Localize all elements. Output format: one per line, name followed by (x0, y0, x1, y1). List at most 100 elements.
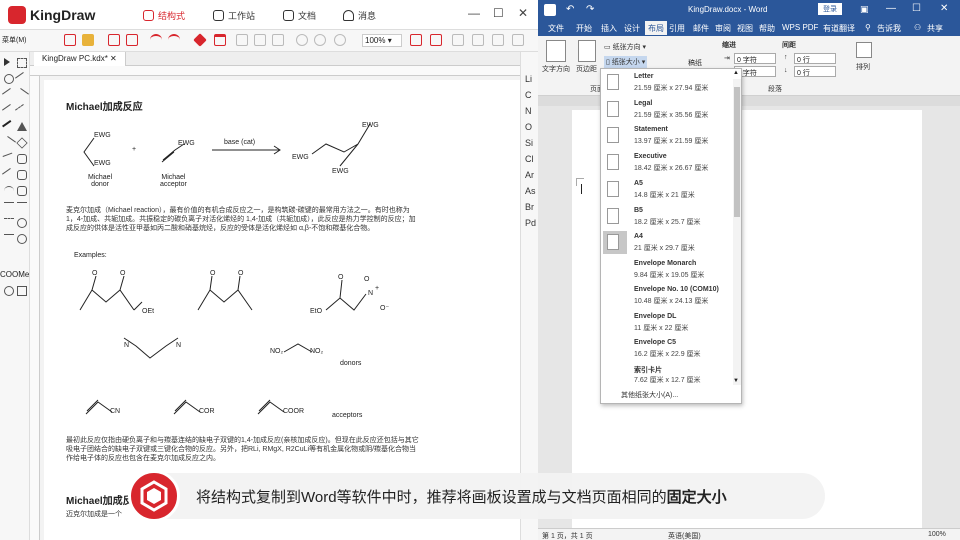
arrow-right-icon[interactable] (4, 202, 14, 212)
manuscript-label[interactable]: 稿纸 (688, 58, 702, 68)
margins-icon[interactable] (578, 40, 596, 62)
text-direction-label[interactable]: 文字方向 (542, 64, 570, 74)
new-file-icon[interactable] (64, 34, 76, 46)
curve-icon[interactable] (4, 186, 14, 196)
menu-view[interactable]: 视图 (737, 23, 753, 34)
redo-icon[interactable]: ↷ (586, 4, 594, 15)
open-folder-icon[interactable] (82, 34, 94, 46)
square-icon[interactable] (17, 286, 27, 296)
element-o[interactable]: O (525, 122, 532, 132)
tab-kingdraw-pc[interactable]: KingDraw PC.kdx* ✕ (34, 52, 126, 66)
save-as-icon[interactable] (126, 34, 138, 46)
menu-wps-pdf[interactable]: WPS PDF (782, 23, 818, 32)
paper-size-envelope-monarch[interactable]: Envelope Monarch 9.84 厘米 x 19.05 厘米 (601, 257, 733, 283)
ribbon-options-icon[interactable]: ▣ (860, 4, 869, 15)
login-button[interactable]: 登录 (818, 3, 842, 15)
element-ar[interactable]: Ar (525, 170, 534, 180)
nav-documents[interactable]: 文档 (283, 9, 316, 22)
close-tab-icon[interactable]: ✕ (110, 54, 117, 63)
menu-mailings[interactable]: 邮件 (693, 23, 709, 34)
autosave-icon[interactable] (544, 4, 556, 16)
paper-size-b5[interactable]: B5 18.2 厘米 x 25.7 厘米 (601, 204, 733, 230)
undo-icon[interactable] (150, 34, 162, 46)
share-button[interactable]: 共享 (927, 23, 943, 34)
paper-size-statement[interactable]: Statement 13.97 厘米 x 21.59 厘米 (601, 123, 733, 149)
benzene-icon[interactable] (17, 170, 27, 180)
triangle-icon[interactable] (17, 122, 27, 131)
menu-layout[interactable]: 布局 (645, 21, 667, 35)
spacing-after-input[interactable]: 0 行 (794, 66, 836, 77)
element-pd[interactable]: Pd (525, 218, 536, 228)
menu-file[interactable]: 文件 (548, 23, 564, 34)
fit-page-icon[interactable] (410, 34, 422, 46)
menu-design[interactable]: 设计 (624, 23, 640, 34)
rotate-icon[interactable] (512, 34, 524, 46)
chain-icon[interactable] (2, 136, 16, 150)
dashed-arrow-icon[interactable] (4, 218, 14, 228)
menu-help[interactable]: 帮助 (759, 23, 775, 34)
coome-template[interactable]: COOMe (0, 270, 29, 279)
paper-size-index-card[interactable]: 索引卡片 7.62 厘米 x 12.7 厘米 (601, 362, 733, 388)
element-n[interactable]: N (525, 106, 532, 116)
align-icon[interactable] (452, 34, 464, 46)
paper-size-executive[interactable]: Executive 18.42 厘米 x 26.67 厘米 (601, 150, 733, 176)
arrange-button[interactable]: 排列 (856, 62, 870, 72)
nav-messages[interactable]: 消息 (343, 9, 376, 22)
zoom-select[interactable]: 100% ▾ (362, 34, 402, 47)
equilibrium-icon[interactable] (4, 234, 14, 244)
minimize-button[interactable]: — (886, 3, 896, 14)
tell-me-search[interactable]: 告诉我 (877, 23, 901, 34)
dropdown-scrollbar[interactable] (733, 79, 741, 385)
close-button[interactable]: ✕ (518, 6, 528, 20)
menu-button[interactable]: 菜单(M) (2, 35, 27, 45)
hash-bond-icon[interactable] (15, 104, 29, 118)
cyclohexane-icon[interactable] (17, 186, 27, 196)
lasso-icon[interactable] (17, 58, 27, 68)
element-cl[interactable]: Cl (525, 154, 534, 164)
pentagon-icon[interactable] (16, 137, 28, 149)
more-paper-sizes[interactable]: 其他纸张大小(A)... (621, 390, 678, 400)
eraser-icon[interactable] (193, 33, 207, 47)
paper-size-envelope-com10[interactable]: Envelope No. 10 (COM10) 10.48 厘米 x 24.13 … (601, 283, 733, 309)
arrange-icon[interactable] (856, 42, 872, 58)
scroll-thumb[interactable] (734, 87, 740, 217)
text-direction-icon[interactable] (546, 40, 566, 62)
scroll-up-icon[interactable]: ▲ (733, 70, 739, 76)
menu-youdao[interactable]: 有道翻译 (823, 23, 855, 34)
double-arrow-icon[interactable] (17, 202, 27, 212)
menu-review[interactable]: 审阅 (715, 23, 731, 34)
wedge-bond-icon[interactable] (2, 104, 16, 118)
element-br[interactable]: Br (525, 202, 534, 212)
zoom-out-icon[interactable] (314, 34, 326, 46)
select-arrow-icon[interactable] (4, 58, 10, 66)
paper-size-legal[interactable]: Legal 21.59 厘米 x 35.56 厘米 (601, 97, 733, 123)
bond-triple-icon[interactable] (15, 88, 29, 102)
element-c[interactable]: C (525, 90, 532, 100)
circle-tool-icon[interactable] (17, 234, 27, 244)
maximize-button[interactable]: ☐ (493, 6, 504, 20)
bold-bond-icon[interactable] (2, 120, 16, 134)
orientation-button[interactable]: ▭ 纸张方向 ▾ (604, 42, 646, 52)
scroll-down-icon[interactable]: ▼ (733, 378, 739, 384)
group-icon[interactable] (472, 34, 484, 46)
hand-icon[interactable] (4, 74, 14, 84)
copy-icon[interactable] (254, 34, 266, 46)
maximize-button[interactable]: ☐ (912, 3, 921, 14)
paper-size-button[interactable]: ▯ 纸张大小 ▾ (604, 56, 648, 68)
paper-size-a5[interactable]: A5 14.8 厘米 x 21 厘米 (601, 177, 733, 203)
save-icon[interactable] (108, 34, 120, 46)
element-li[interactable]: Li (525, 74, 532, 84)
indent-left-input[interactable]: 0 字符 (734, 53, 776, 64)
spacing-before-input[interactable]: 0 行 (794, 53, 836, 64)
menu-references[interactable]: 引用 (669, 23, 685, 34)
close-button[interactable]: ✕ (940, 3, 948, 14)
menu-home[interactable]: 开始 (576, 23, 592, 34)
paper-size-a4[interactable]: A4 21 厘米 x 29.7 厘米 (601, 230, 733, 256)
nav-workstation[interactable]: 工作站 (213, 9, 255, 22)
flip-icon[interactable] (492, 34, 504, 46)
menu-insert[interactable]: 插入 (601, 23, 617, 34)
delete-icon[interactable] (214, 34, 226, 46)
grid-icon[interactable] (430, 34, 442, 46)
undo-icon[interactable]: ↶ (566, 4, 574, 15)
hexagon-icon[interactable] (17, 154, 27, 164)
